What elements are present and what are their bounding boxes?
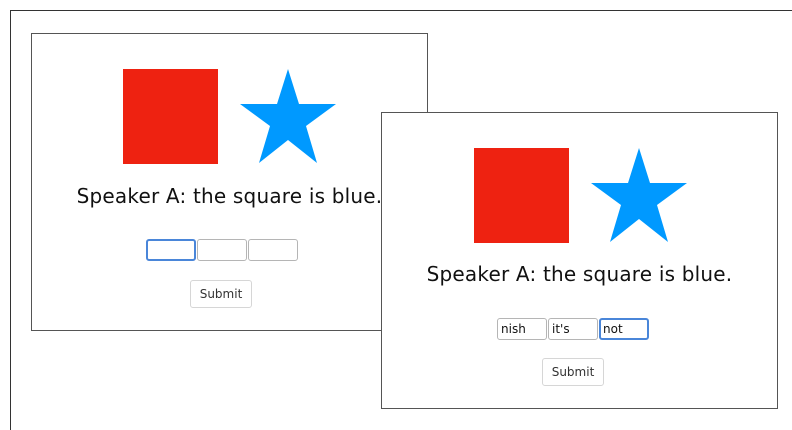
response-inputs	[146, 239, 298, 261]
response-inputs	[497, 318, 649, 340]
task-panel-2: Speaker A: the square is blue. Submit	[381, 112, 778, 409]
response-input-3[interactable]	[248, 239, 298, 261]
response-input-1[interactable]	[497, 318, 547, 340]
speaker-utterance: Speaker A: the square is blue.	[426, 262, 733, 286]
blue-star-image	[240, 69, 336, 163]
task-panel-1: Speaker A: the square is blue. Submit	[31, 33, 428, 331]
response-input-1[interactable]	[146, 239, 196, 261]
response-input-2[interactable]	[548, 318, 598, 340]
star-shape	[591, 148, 687, 242]
red-square-image	[474, 148, 569, 243]
submit-button[interactable]: Submit	[542, 358, 604, 386]
response-input-3[interactable]	[599, 318, 649, 340]
star-shape	[240, 69, 336, 163]
response-input-2[interactable]	[197, 239, 247, 261]
submit-button[interactable]: Submit	[190, 280, 252, 308]
speaker-utterance: Speaker A: the square is blue.	[76, 184, 383, 208]
blue-star-image	[591, 148, 687, 242]
red-square-image	[123, 69, 218, 164]
